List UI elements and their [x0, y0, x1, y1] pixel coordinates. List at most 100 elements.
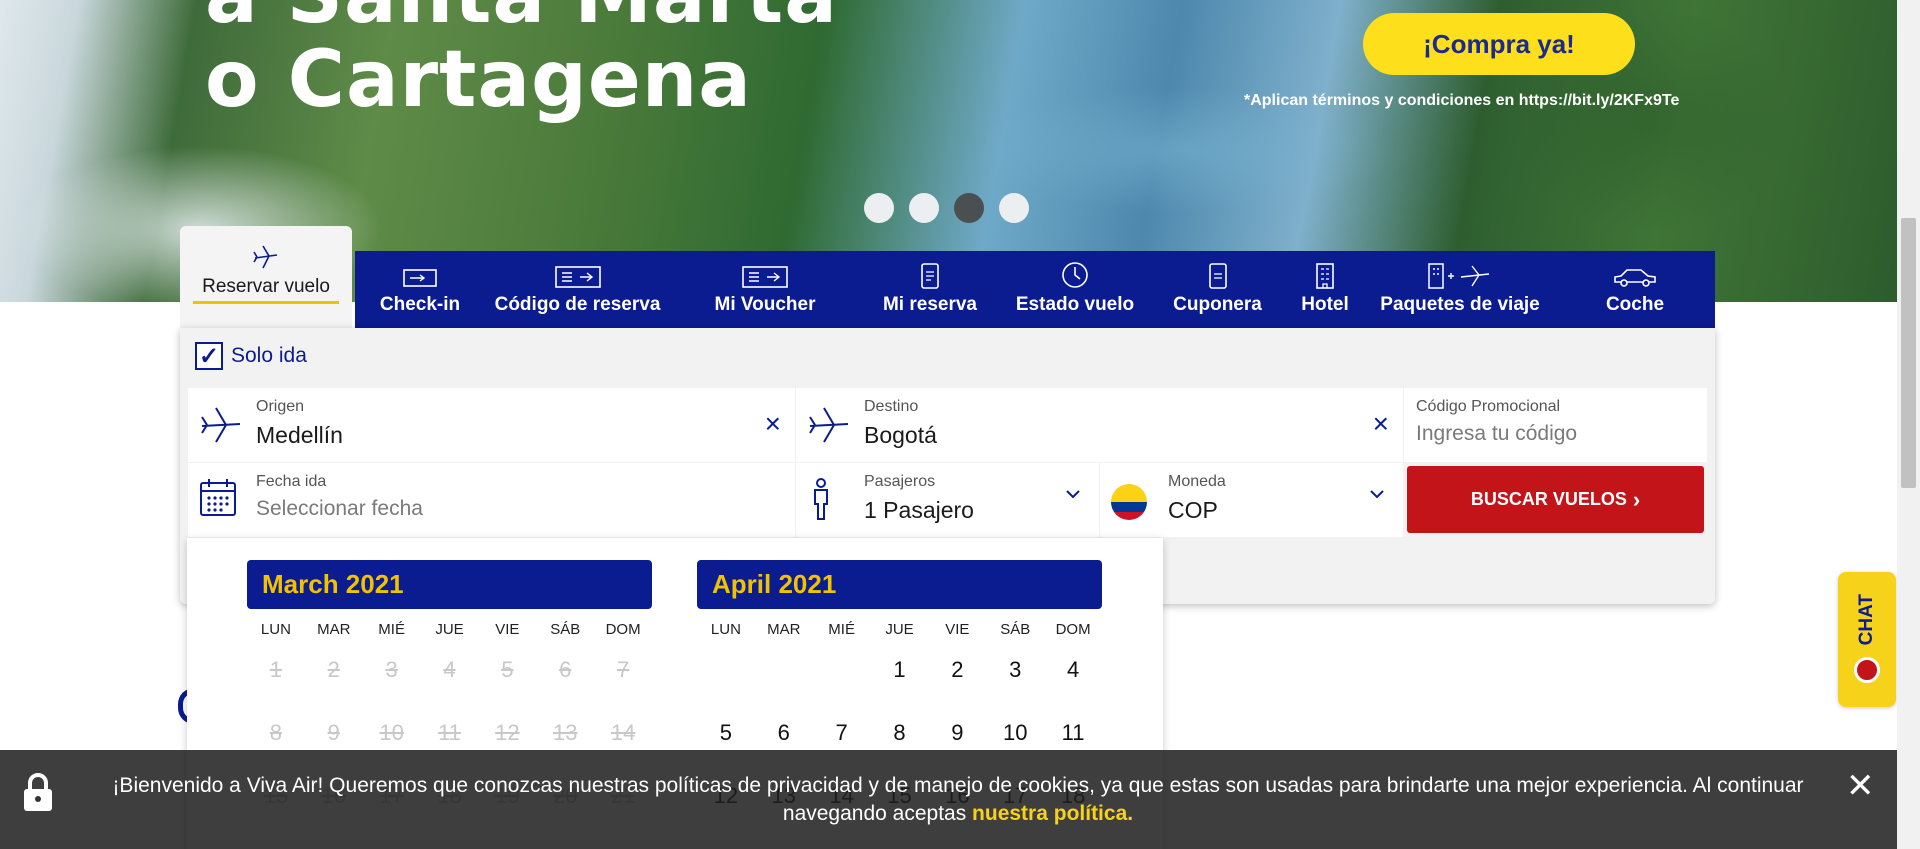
calendar-day[interactable]: 1 — [871, 638, 929, 701]
currency-field[interactable]: Moneda COP — [1100, 463, 1403, 537]
weekday-label: MAR — [317, 621, 351, 638]
weekday-label: DOM — [605, 621, 641, 638]
tab-reservar-vuelo[interactable]: Reservar vuelo — [180, 226, 352, 328]
weekday-label: DOM — [1055, 621, 1091, 638]
plane-icon — [253, 245, 278, 269]
promo-code-field[interactable]: Código Promocional Ingresa tu código — [1404, 388, 1707, 462]
origin-field[interactable]: Origen Medellín × — [188, 388, 795, 462]
month-title: March 2021 — [247, 560, 652, 609]
chevron-down-icon[interactable] — [1065, 489, 1081, 499]
carousel-dot-active[interactable] — [954, 193, 984, 223]
tab-estado-vuelo[interactable]: Estado vuelo — [1000, 251, 1150, 328]
calendar-day[interactable]: 3 — [986, 638, 1044, 701]
weekday-label: LUN — [260, 621, 291, 638]
tab-label: Hotel — [1301, 294, 1349, 315]
weekday-header: LUN MAR MIÉ JUE VIE SÁB DOM — [247, 621, 652, 638]
tab-label: Código de reserva — [494, 294, 661, 315]
calendar-empty-cell — [755, 638, 813, 701]
active-tab-underline — [193, 301, 339, 304]
weekday-label: JUE — [435, 621, 464, 638]
destination-value[interactable]: Bogotá — [864, 422, 937, 449]
passengers-field[interactable]: Pasajeros 1 Pasajero — [796, 463, 1099, 537]
tab-coche[interactable]: Coche — [1555, 251, 1715, 328]
chat-heart-icon — [1854, 657, 1880, 684]
cookie-banner: ¡Bienvenido a Viva Air! Queremos que con… — [0, 750, 1897, 849]
hero-title-line-2: o Cartagena — [205, 35, 752, 125]
calendar-day: 4 — [443, 657, 456, 682]
carousel-dots — [864, 193, 1029, 223]
destination-field[interactable]: Destino Bogotá × — [796, 388, 1403, 462]
date-input[interactable]: Seleccionar fecha — [256, 497, 423, 521]
weekday-label: LUN — [710, 621, 741, 638]
hotel-plane-icon — [1428, 263, 1490, 289]
calendar-day: 1 — [269, 657, 283, 682]
origin-label: Origen — [256, 398, 305, 415]
search-flights-label: BUSCAR VUELOS — [1470, 489, 1627, 509]
tab-check-in[interactable]: Check-in — [355, 251, 485, 328]
calendar-day[interactable]: 4 — [1044, 638, 1102, 701]
chevron-right-icon: › — [1632, 486, 1641, 512]
origin-value[interactable]: Medellín — [256, 422, 343, 449]
weekday-label: MIÉ — [828, 621, 855, 638]
carousel-dot[interactable] — [999, 193, 1029, 223]
one-way-checkbox[interactable]: ✓ — [195, 342, 223, 370]
car-icon — [1614, 269, 1656, 287]
date-label: Fecha ida — [256, 473, 327, 490]
colombia-flag-icon — [1111, 484, 1147, 520]
scrollbar-thumb[interactable] — [1901, 218, 1916, 488]
buy-now-button[interactable]: ¡Compra ya! — [1363, 13, 1635, 75]
hero-terms: *Aplican términos y condiciones en https… — [1244, 92, 1680, 109]
lock-icon — [24, 773, 52, 811]
calendar-day: 7 — [616, 657, 630, 682]
calendar-day: 2 — [327, 657, 340, 682]
carousel-dot[interactable] — [864, 193, 894, 223]
search-flights-button[interactable]: BUSCAR VUELOS › — [1407, 466, 1704, 533]
tab-label: Estado vuelo — [1015, 294, 1135, 315]
tab-paquetes-viaje[interactable]: Paquetes de viaje — [1365, 251, 1555, 328]
chevron-down-icon[interactable] — [1369, 489, 1385, 499]
voucher-icon — [742, 266, 788, 288]
clear-destination-icon[interactable]: × — [1373, 410, 1389, 438]
hero-title-line-1: a Santa Marta — [205, 0, 838, 38]
month-title: April 2021 — [697, 560, 1102, 609]
tab-codigo-reserva[interactable]: Código de reserva — [485, 251, 670, 328]
passengers-value[interactable]: 1 Pasajero — [864, 497, 974, 524]
calendar-empty-cell — [697, 638, 755, 701]
one-way-toggle[interactable]: ✓ Solo ida — [195, 342, 307, 370]
tab-mi-voucher[interactable]: Mi Voucher — [670, 251, 860, 328]
cookie-message: ¡Bienvenido a Viva Air! Queremos que con… — [78, 772, 1838, 828]
tab-hotel[interactable]: Hotel — [1285, 251, 1365, 328]
privacy-policy-link[interactable]: nuestra política. — [972, 802, 1133, 825]
calendar-day[interactable]: 2 — [928, 638, 986, 701]
chat-widget[interactable]: CHAT — [1838, 572, 1896, 707]
clock-icon — [1062, 262, 1088, 288]
tab-cuponera[interactable]: Cuponera — [1150, 251, 1285, 328]
weekday-label: MAR — [767, 621, 801, 638]
plane-departure-icon — [201, 407, 241, 443]
close-icon[interactable]: ✕ — [1846, 766, 1875, 806]
currency-value[interactable]: COP — [1168, 497, 1218, 524]
scrollbar[interactable] — [1897, 0, 1920, 849]
person-icon — [814, 478, 828, 520]
coupon-phone-icon — [1208, 263, 1227, 289]
weekday-label: SÁB — [550, 621, 581, 638]
secondary-tabs: Check-in Código de reserva Mi Voucher Mi… — [355, 251, 1715, 328]
hero-title: a Santa Marta o Cartagena — [205, 0, 838, 122]
tab-label: Check-in — [379, 294, 461, 315]
promo-input[interactable]: Ingresa tu código — [1416, 422, 1577, 446]
destination-label: Destino — [864, 398, 919, 415]
tab-mi-reserva[interactable]: Mi reserva — [860, 251, 1000, 328]
passengers-label: Pasajeros — [864, 473, 936, 490]
ticket-icon — [554, 266, 601, 288]
calendar-day: 3 — [385, 657, 398, 682]
carousel-dot[interactable] — [909, 193, 939, 223]
departure-date-field[interactable]: Fecha ida Seleccionar fecha — [188, 463, 795, 537]
weekday-label: JUE — [885, 621, 914, 638]
one-way-label: Solo ida — [231, 344, 307, 367]
weekday-label: SÁB — [1000, 621, 1031, 638]
tab-label: Coche — [1605, 294, 1665, 315]
chat-label: CHAT — [1856, 594, 1877, 646]
weekday-label: VIE — [945, 621, 970, 638]
clear-origin-icon[interactable]: × — [765, 410, 781, 438]
tab-label: Mi Voucher — [714, 294, 816, 315]
